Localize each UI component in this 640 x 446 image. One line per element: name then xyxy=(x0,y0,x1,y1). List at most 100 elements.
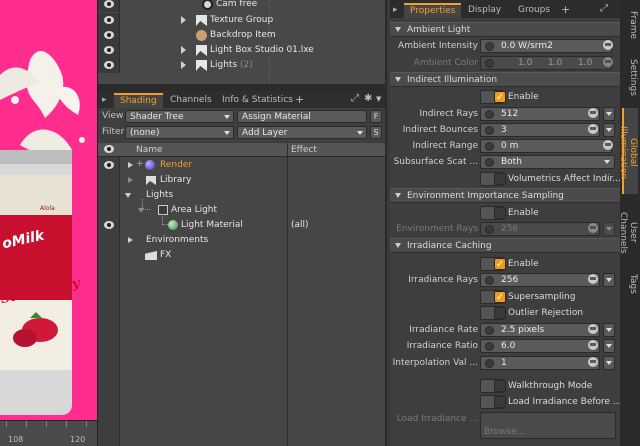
tab-tags[interactable]: Tags xyxy=(622,268,638,296)
ambient-intensity-field[interactable]: 0.0 W/srm2 xyxy=(480,39,612,53)
collapse-arrow-icon[interactable] xyxy=(125,193,131,198)
slider-handle-icon[interactable] xyxy=(603,140,613,150)
tab-global-illumination[interactable]: Global Illumination xyxy=(618,108,638,194)
expand-arrow-icon[interactable] xyxy=(128,177,133,183)
maximize-icon[interactable]: ⤢ xyxy=(351,93,359,104)
expand-arrow-icon[interactable] xyxy=(181,16,186,24)
tab-properties[interactable]: Properties xyxy=(404,3,462,18)
visibility-eye-icon[interactable] xyxy=(104,161,114,169)
animate-knob-icon[interactable] xyxy=(485,142,494,151)
expand-arrow-icon[interactable] xyxy=(128,162,133,168)
visibility-eye-icon[interactable] xyxy=(104,221,114,229)
list-item[interactable]: Cam free xyxy=(98,0,385,12)
chevron-down-icon[interactable]: ▼ xyxy=(376,95,381,103)
irr-rate-preset-button[interactable] xyxy=(603,323,615,337)
maximize-icon[interactable]: ⤢ xyxy=(600,3,608,14)
tree-row-environments[interactable]: Environments xyxy=(98,233,385,248)
column-header-effect[interactable]: Effect xyxy=(291,145,317,155)
visibility-eye-icon[interactable] xyxy=(104,61,114,69)
filter-dropdown[interactable]: (none) xyxy=(125,126,234,139)
slider-handle-icon[interactable] xyxy=(603,57,613,67)
tree-row-light-material[interactable]: Light Material (all) xyxy=(98,214,385,233)
render-viewport[interactable]: oMilk Wild Strawberry Alola xyxy=(0,0,97,420)
animate-knob-icon[interactable] xyxy=(485,42,494,51)
indirect-range-field[interactable]: 0 m xyxy=(480,139,612,153)
add-layer-dropdown[interactable]: Add Layer xyxy=(237,126,367,139)
env-rays-field[interactable]: 256 xyxy=(480,222,600,236)
animate-knob-icon[interactable] xyxy=(485,158,494,167)
irr-enable-checkbox[interactable]: ✓ xyxy=(494,258,506,270)
list-item[interactable]: Texture Group xyxy=(98,13,385,28)
slider-handle-icon[interactable] xyxy=(603,40,613,50)
shader-tree[interactable]: Name Effect + Render Library Lights Area… xyxy=(98,143,385,446)
animate-knob-icon[interactable] xyxy=(485,110,494,119)
visibility-eye-icon[interactable] xyxy=(104,16,114,24)
section-environment-importance-sampling[interactable]: Environment Importance Sampling xyxy=(390,188,620,203)
outlier-checkbox[interactable] xyxy=(494,307,506,319)
walkthrough-checkbox[interactable] xyxy=(494,380,506,392)
tab-groups[interactable]: Groups xyxy=(512,3,556,18)
section-indirect-illumination[interactable]: Indirect Illumination xyxy=(390,72,620,87)
animate-knob-icon[interactable] xyxy=(485,342,494,351)
slider-handle-icon[interactable] xyxy=(588,340,598,350)
interp-preset-button[interactable] xyxy=(603,356,615,370)
tab-info-statistics[interactable]: Info & Statistics xyxy=(216,93,299,108)
animate-knob-icon[interactable] xyxy=(485,326,494,335)
animate-knob-icon[interactable] xyxy=(485,126,494,135)
indirect-enable-checkbox[interactable]: ✓ xyxy=(494,91,506,103)
expand-arrow-icon[interactable] xyxy=(181,61,186,69)
env-rays-preset-button[interactable] xyxy=(603,222,615,236)
visibility-eye-icon[interactable] xyxy=(104,31,114,39)
irr-rate-field[interactable]: 2.5 pixels xyxy=(480,323,600,337)
visibility-eye-icon[interactable] xyxy=(104,46,114,54)
animate-knob-icon[interactable] xyxy=(485,59,494,68)
supersampling-checkbox[interactable]: ✓ xyxy=(494,291,506,303)
list-item[interactable]: Light Box Studio 01.lxe xyxy=(98,43,385,58)
subsurface-dropdown[interactable]: Both xyxy=(480,155,615,169)
slider-handle-icon[interactable] xyxy=(588,274,598,284)
slider-handle-icon[interactable] xyxy=(588,124,598,134)
panel-grip-icon[interactable]: ▸ xyxy=(390,3,404,18)
indirect-rays-preset-button[interactable] xyxy=(603,107,615,121)
volumetrics-checkbox[interactable] xyxy=(494,173,506,185)
tree-row-area-light[interactable]: Area Light xyxy=(98,199,385,218)
assign-material-key[interactable]: F xyxy=(370,110,382,123)
panel-grip-icon[interactable]: ▸ xyxy=(98,93,114,108)
load-before-checkbox[interactable] xyxy=(494,396,506,408)
indirect-bounces-field[interactable]: 3 xyxy=(480,123,600,137)
tab-user-channels[interactable]: User Channels xyxy=(618,198,638,264)
slider-handle-icon[interactable] xyxy=(588,357,598,367)
tab-frame[interactable]: Frame xyxy=(622,4,638,44)
irr-rays-field[interactable]: 256 xyxy=(480,273,600,287)
assign-material-button[interactable]: Assign Material xyxy=(237,110,367,123)
add-tab-icon[interactable]: + xyxy=(561,3,570,16)
visibility-eye-icon[interactable] xyxy=(104,0,114,8)
animate-knob-icon[interactable] xyxy=(485,276,494,285)
add-icon[interactable]: + xyxy=(136,159,144,169)
tab-shading[interactable]: Shading xyxy=(114,93,163,108)
expand-arrow-icon[interactable] xyxy=(128,237,133,243)
indirect-bounces-preset-button[interactable] xyxy=(603,123,615,137)
tree-row-library[interactable]: Library xyxy=(98,173,385,188)
collapse-arrow-icon[interactable] xyxy=(138,208,144,213)
add-tab-icon[interactable]: + xyxy=(295,93,304,106)
indirect-rays-field[interactable]: 512 xyxy=(480,107,600,121)
irr-ratio-preset-button[interactable] xyxy=(603,339,615,353)
section-irradiance-caching[interactable]: Irradiance Caching xyxy=(390,238,620,253)
tab-channels[interactable]: Channels xyxy=(164,93,218,108)
tab-settings[interactable]: Settings xyxy=(622,48,638,104)
list-item[interactable]: Lights (2) xyxy=(98,58,385,73)
column-header-name[interactable]: Name xyxy=(136,145,163,155)
tab-display[interactable]: Display xyxy=(462,3,507,18)
item-list[interactable]: Cam free Texture Group Backdrop Item Lig… xyxy=(98,0,385,84)
irr-rays-preset-button[interactable] xyxy=(603,273,615,287)
tree-row-fx[interactable]: FX xyxy=(98,248,385,263)
slider-handle-icon[interactable] xyxy=(588,108,598,118)
panel-divider[interactable] xyxy=(98,84,385,91)
irr-ratio-field[interactable]: 6.0 xyxy=(480,339,600,353)
interp-field[interactable]: 1 xyxy=(480,356,600,370)
add-layer-key[interactable]: S xyxy=(370,126,382,139)
slider-handle-icon[interactable] xyxy=(588,324,598,334)
list-item[interactable]: Backdrop Item xyxy=(98,28,385,43)
gear-icon[interactable]: ✱ xyxy=(364,93,372,104)
